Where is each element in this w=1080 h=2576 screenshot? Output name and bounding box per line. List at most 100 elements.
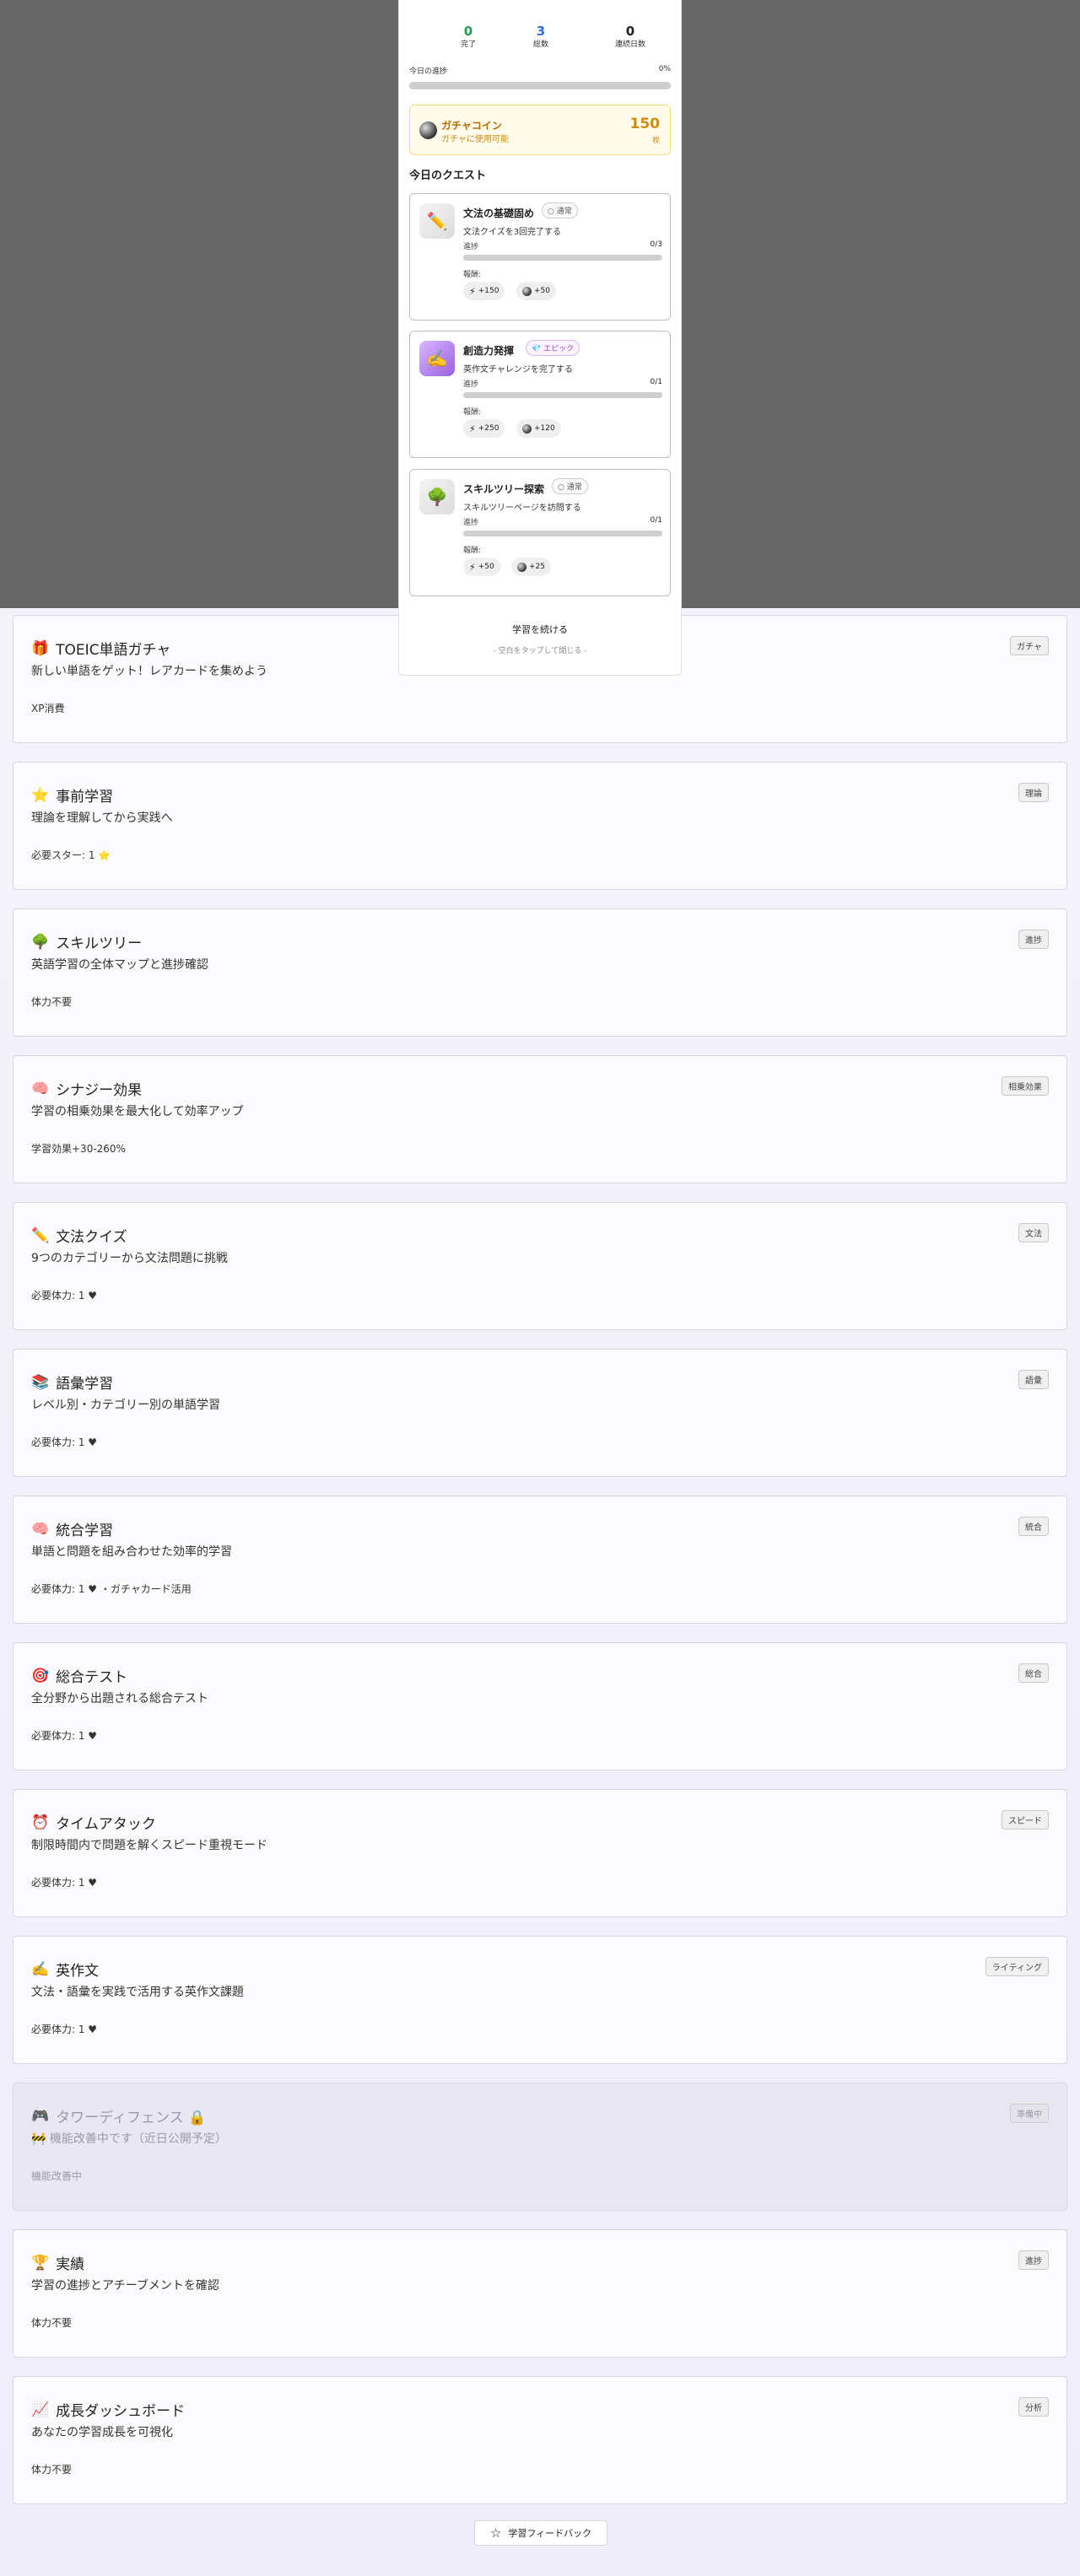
- quest-rewards-label: 報酬:: [463, 271, 482, 279]
- coin-reward-chip: +120: [516, 419, 561, 438]
- card-requirement: 必要体力: 1 ♥: [31, 1730, 98, 1742]
- stat-total: 3 総数: [532, 24, 548, 49]
- card-requirement: 必要体力: 1 ♥: [31, 1877, 98, 1889]
- quest-description: 文法クイズを3回完了する: [463, 228, 562, 237]
- coin-subtitle: ガチャに使用可能: [441, 135, 509, 144]
- card-tag: 総合: [1018, 1663, 1049, 1683]
- daily-progress-bar: [409, 82, 671, 89]
- card-title: ⏰ タイムアタック: [31, 1813, 156, 1834]
- feedback-button[interactable]: ☆ 学習フィードバック: [474, 2520, 608, 2546]
- card-tag: 語彙: [1018, 1370, 1049, 1389]
- quest-card[interactable]: ✏️ 文法の基礎固め ○ 通常 文法クイズを3回完了する 進捗 0/3 報酬: …: [409, 193, 671, 321]
- brain-icon: 🧠: [31, 1520, 50, 1538]
- quest-progress-value: 0/1: [650, 378, 662, 386]
- quest-description: スキルツリーページを訪問する: [463, 504, 581, 513]
- quest-card[interactable]: ✍️ 創造力発揮 💎 エピック 英作文チャレンジを完了する 進捗 0/1 報酬:…: [409, 331, 671, 458]
- card-tag: 進捗: [1018, 930, 1049, 949]
- xp-reward-chip: ⚡ +150: [463, 282, 505, 300]
- quest-progress-bar: [463, 531, 662, 536]
- feature-card-synergy[interactable]: 🧠 シナジー効果 学習の相乗効果を最大化して効率アップ 学習効果+30-260% …: [13, 1055, 1067, 1183]
- card-description: 学習の相乗効果を最大化して効率アップ: [31, 1105, 244, 1118]
- quest-name: 創造力発揮: [463, 345, 515, 357]
- lightning-icon: ⚡: [469, 423, 476, 434]
- card-description: 🚧 機能改善中です（近日公開予定）: [31, 2132, 227, 2146]
- card-description: 9つのカテゴリーから文法問題に挑戦: [31, 1252, 228, 1265]
- card-requirement: 必要体力: 1 ♥: [31, 1290, 98, 1301]
- card-description: 単語と問題を組み合わせた効率的学習: [31, 1545, 232, 1559]
- feedback-label: 学習フィードバック: [508, 2528, 592, 2539]
- game-controller-icon: 🎮: [31, 2107, 50, 2125]
- card-title: 🧠 シナジー効果: [31, 1080, 143, 1100]
- coin-amount: 150: [629, 116, 661, 132]
- feature-card-achievements[interactable]: 🏆 実績 学習の進捗とアチーブメントを確認 体力不要 進捗: [13, 2229, 1067, 2358]
- quest-card[interactable]: 🌳 スキルツリー探索 ○ 通常 スキルツリーページを訪問する 進捗 0/1 報酬…: [409, 469, 671, 596]
- feature-card-growth-dashboard[interactable]: 📈 成長ダッシュボード あなたの学習成長を可視化 体力不要 分析: [13, 2376, 1067, 2504]
- rarity-badge: 💎 エピック: [526, 340, 580, 356]
- card-tag: 準備中: [1010, 2104, 1049, 2123]
- quest-name: 文法の基礎固め: [463, 207, 535, 219]
- card-title: 🏆 実績: [31, 2254, 85, 2274]
- card-requirement: 必要体力: 1 ♥: [31, 1436, 98, 1448]
- card-description: 英語学習の全体マップと進捗確認: [31, 958, 208, 972]
- feature-card-grammar-quiz[interactable]: ✏️ 文法クイズ 9つのカテゴリーから文法問題に挑戦 必要体力: 1 ♥ 文法: [13, 1202, 1067, 1330]
- card-requirement: 学習効果+30-260%: [31, 1143, 126, 1155]
- card-requirement: 体力不要: [31, 2317, 73, 2329]
- quest-progress-label: 進捗: [463, 519, 479, 527]
- card-description: レベル別・カテゴリー別の単語学習: [31, 1398, 220, 1412]
- card-requirement: 体力不要: [31, 2464, 73, 2476]
- quest-rewards-label: 報酬:: [463, 547, 482, 555]
- chart-increasing-icon: 📈: [31, 2401, 50, 2418]
- continue-learning-button[interactable]: 学習を続ける: [399, 622, 681, 636]
- card-requirement: 必要スター: 1 ⭐: [31, 849, 111, 861]
- feature-card-integrated[interactable]: 🧠 統合学習 単語と問題を組み合わせた効率的学習 必要体力: 1 ♥ ・ガチャカー…: [13, 1495, 1067, 1624]
- card-tag: 文法: [1018, 1223, 1049, 1242]
- brain-icon: 🧠: [31, 1080, 50, 1097]
- quest-description: 英作文チャレンジを完了する: [463, 365, 573, 375]
- quest-progress-bar: [463, 392, 662, 398]
- quest-progress-value: 0/3: [650, 240, 662, 249]
- target-icon: 🎯: [31, 1667, 50, 1684]
- gacha-coin-panel: ガチャコイン ガチャに使用可能 150 枚: [409, 105, 671, 155]
- gift-icon: 🎁: [31, 639, 50, 657]
- card-description: あなたの学習成長を可視化: [31, 2426, 173, 2439]
- lightning-icon: ⚡: [469, 561, 476, 573]
- card-tag: 相乗効果: [1002, 1076, 1049, 1096]
- card-title: 🧠 統合学習: [31, 1520, 114, 1540]
- card-tag: スピード: [1002, 1810, 1049, 1830]
- card-requirement: 必要体力: 1 ♥: [31, 2024, 98, 2035]
- star-outline-icon: ☆: [489, 2525, 502, 2541]
- feature-card-comprehensive-test[interactable]: 🎯 総合テスト 全分野から出題される総合テスト 必要体力: 1 ♥ 総合: [13, 1642, 1067, 1770]
- feature-card-time-attack[interactable]: ⏰ タイムアタック 制限時間内で問題を解くスピード重視モード 必要体力: 1 ♥ …: [13, 1789, 1067, 1917]
- daily-progress-label: 今日の進捗: [409, 67, 448, 76]
- quest-progress-value: 0/1: [650, 516, 662, 525]
- card-tag: 分析: [1018, 2397, 1049, 2417]
- quest-progress-label: 進捗: [463, 380, 479, 389]
- coin-icon: [419, 121, 437, 139]
- card-title: 📈 成長ダッシュボード: [31, 2401, 186, 2421]
- card-title: 🎯 総合テスト: [31, 1667, 128, 1687]
- alarm-clock-icon: ⏰: [31, 1813, 50, 1831]
- feature-card-skill-tree[interactable]: 🌳 スキルツリー 英語学習の全体マップと進捗確認 体力不要 進捗: [13, 908, 1067, 1037]
- daily-progress-row: 今日の進捗 0%: [409, 65, 671, 76]
- card-tag: 進捗: [1018, 2250, 1049, 2270]
- feature-card-writing[interactable]: ✍️ 英作文 文法・語彙を実践で活用する英作文課題 必要体力: 1 ♥ ライティン…: [13, 1936, 1067, 2064]
- card-description: 文法・語彙を実践で活用する英作文課題: [31, 1986, 244, 1999]
- daily-progress-percent: 0%: [658, 65, 671, 73]
- xp-reward-chip: ⚡ +250: [463, 419, 505, 438]
- tree-icon: 🌳: [419, 479, 455, 515]
- coin-reward-chip: +50: [516, 282, 556, 300]
- card-requirement: 必要体力: 1 ♥ ・ガチャカード活用: [31, 1583, 192, 1595]
- feature-card-vocabulary[interactable]: 📚 語彙学習 レベル別・カテゴリー別の単語学習 必要体力: 1 ♥ 語彙: [13, 1349, 1067, 1477]
- card-title: 🎮 タワーディフェンス 🔒: [31, 2107, 207, 2127]
- card-description: 新しい単語をゲット！レアカードを集めよう: [31, 665, 267, 678]
- rarity-badge: ○ 通常: [542, 202, 578, 218]
- feature-card-pre-study[interactable]: ⭐ 事前学習 理論を理解してから実践へ 必要スター: 1 ⭐ 理論: [13, 762, 1067, 890]
- quest-progress-bar: [463, 255, 662, 261]
- coin-unit: 枚: [651, 137, 660, 145]
- coin-icon: [517, 562, 526, 572]
- lightning-icon: ⚡: [469, 285, 476, 297]
- card-title: ⭐ 事前学習: [31, 786, 114, 806]
- quests-heading: 今日のクエスト: [409, 170, 487, 182]
- daily-quest-modal: 0 完了 3 総数 0 連続日数 今日の進捗 0% ガチャコイン ガチャに使用可…: [398, 0, 682, 676]
- pencil-icon: ✏️: [419, 203, 455, 239]
